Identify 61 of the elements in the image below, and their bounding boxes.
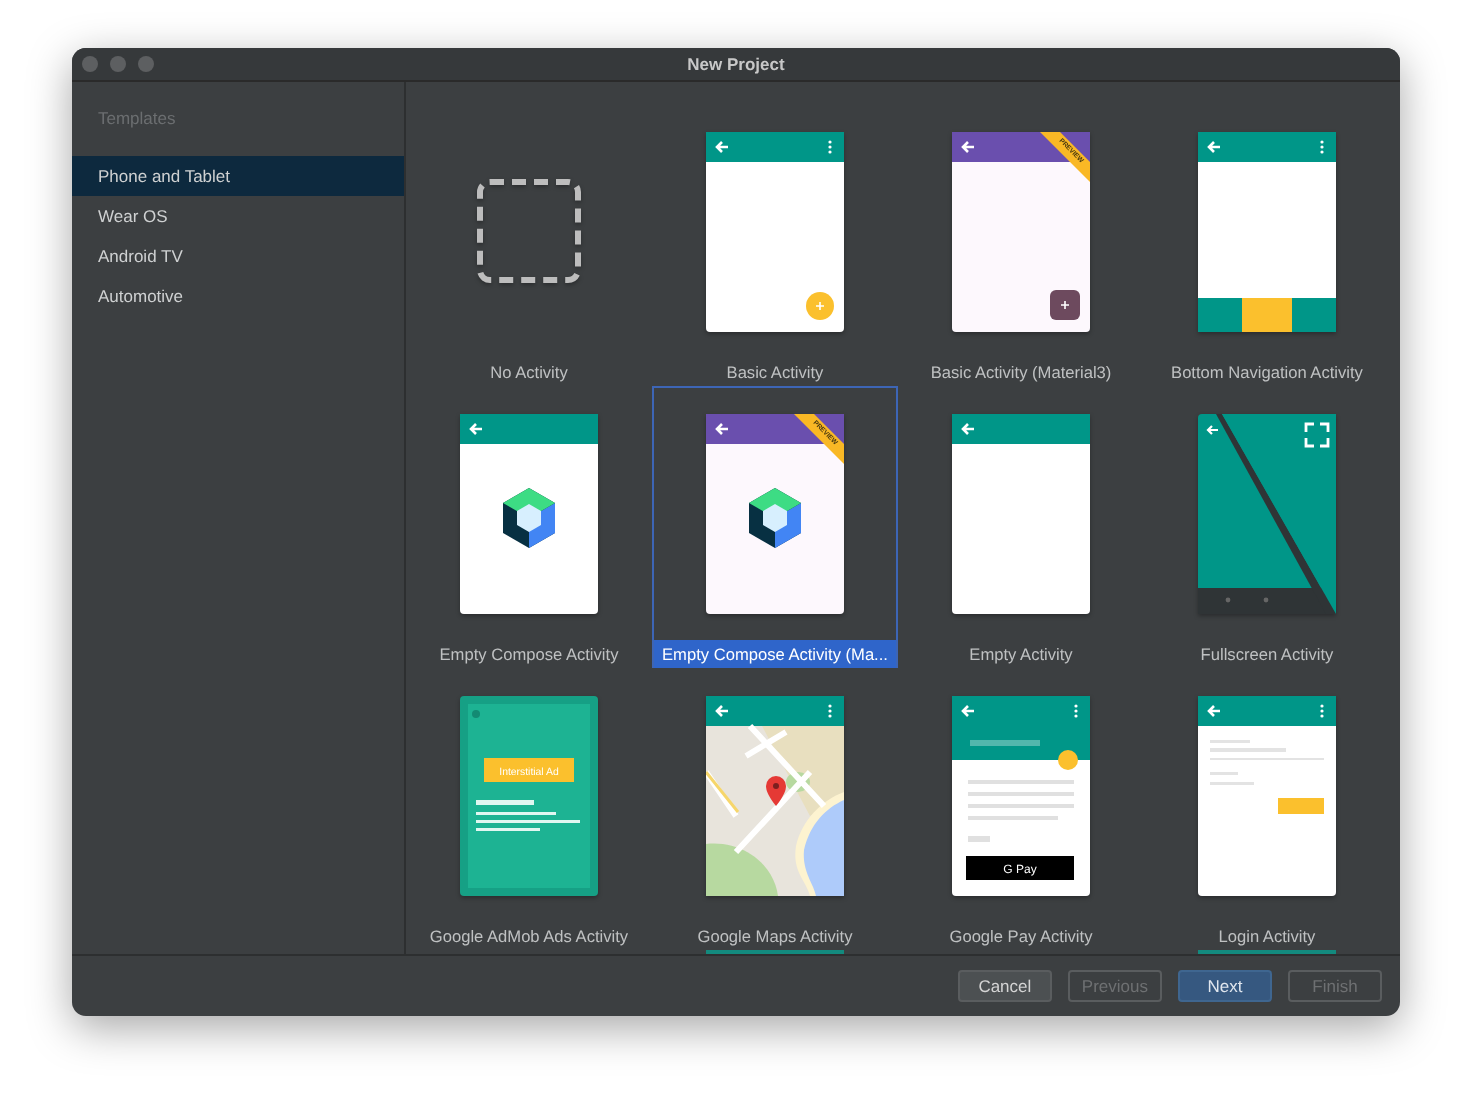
text-lines-drawing <box>968 780 1074 842</box>
pay-button <box>966 856 1074 880</box>
fab-icon <box>806 292 834 320</box>
app-bar <box>706 132 844 162</box>
sidebar-item[interactable]: Wear OS <box>72 196 404 236</box>
fab-icon <box>1050 290 1080 320</box>
template-card[interactable]: Bottom Navigation Activity <box>1144 104 1390 386</box>
ad-banner <box>484 758 574 782</box>
text-lines-drawing <box>1210 740 1324 785</box>
back-arrow-icon <box>469 422 484 436</box>
template-card[interactable]: Empty Compose Activity <box>406 386 652 668</box>
back-arrow-icon <box>1207 140 1222 154</box>
app-bar <box>460 414 598 444</box>
back-arrow-icon <box>961 704 976 718</box>
sidebar-item[interactable]: Android TV <box>72 236 404 276</box>
template-name: Fullscreen Activity <box>1198 642 1336 668</box>
template-card[interactable]: No Activity <box>406 104 652 386</box>
minimize-window-button[interactable] <box>110 56 126 72</box>
app-bar <box>952 696 1090 760</box>
template-name: Empty Compose Activity <box>437 642 621 668</box>
template-name: Login Activity <box>1216 924 1318 950</box>
title-line <box>970 740 1040 746</box>
template-card[interactable]: Login Activity <box>1144 668 1390 950</box>
dialog-button[interactable]: Next <box>1178 970 1272 1002</box>
app-bar <box>1198 696 1336 726</box>
template-name: Empty Activity <box>967 642 1075 668</box>
template-card[interactable]: Basic Activity <box>652 104 898 386</box>
back-arrow-icon <box>715 422 730 436</box>
template-name: Bottom Navigation Activity <box>1169 360 1365 386</box>
dialog-button[interactable]: Cancel <box>957 970 1052 1002</box>
template-name: Google Pay Activity <box>947 924 1095 950</box>
template-name: Basic Activity <box>724 360 826 386</box>
sidebar-item[interactable]: Phone and Tablet <box>72 156 404 196</box>
template-name: Google AdMob Ads Activity <box>427 924 631 950</box>
sidebar-item[interactable]: Automotive <box>72 276 404 316</box>
empty-template-icon <box>477 179 581 283</box>
template-name: No Activity <box>488 360 570 386</box>
back-arrow-icon <box>961 140 976 154</box>
fab-icon <box>1058 750 1078 770</box>
back-arrow-icon <box>715 704 730 718</box>
login-button-drawing <box>1278 798 1324 814</box>
compose-logo-icon <box>749 488 801 548</box>
template-name: Basic Activity (Material3) <box>928 360 1114 386</box>
template-card[interactable]: Fullscreen Activity <box>1144 386 1390 668</box>
template-name: Google Maps Activity <box>695 924 855 950</box>
back-arrow-icon <box>715 140 730 154</box>
back-arrow-icon <box>961 422 976 436</box>
back-arrow-icon <box>1207 704 1222 718</box>
text-lines-drawing <box>476 800 580 831</box>
app-bar <box>1198 132 1336 162</box>
template-name: Empty Compose Activity (Ma... <box>654 640 896 668</box>
bottom-nav-bar <box>1198 298 1336 332</box>
close-window-button[interactable] <box>82 56 98 72</box>
window-title: New Project <box>687 54 785 74</box>
template-card[interactable]: Google Maps Activity <box>652 668 898 950</box>
zoom-window-button[interactable] <box>138 56 154 72</box>
map-pin-icon <box>766 776 786 806</box>
app-bar <box>952 414 1090 444</box>
app-bar <box>706 696 844 726</box>
compose-logo-icon <box>503 488 555 548</box>
template-card[interactable]: Empty Activity <box>898 386 1144 668</box>
